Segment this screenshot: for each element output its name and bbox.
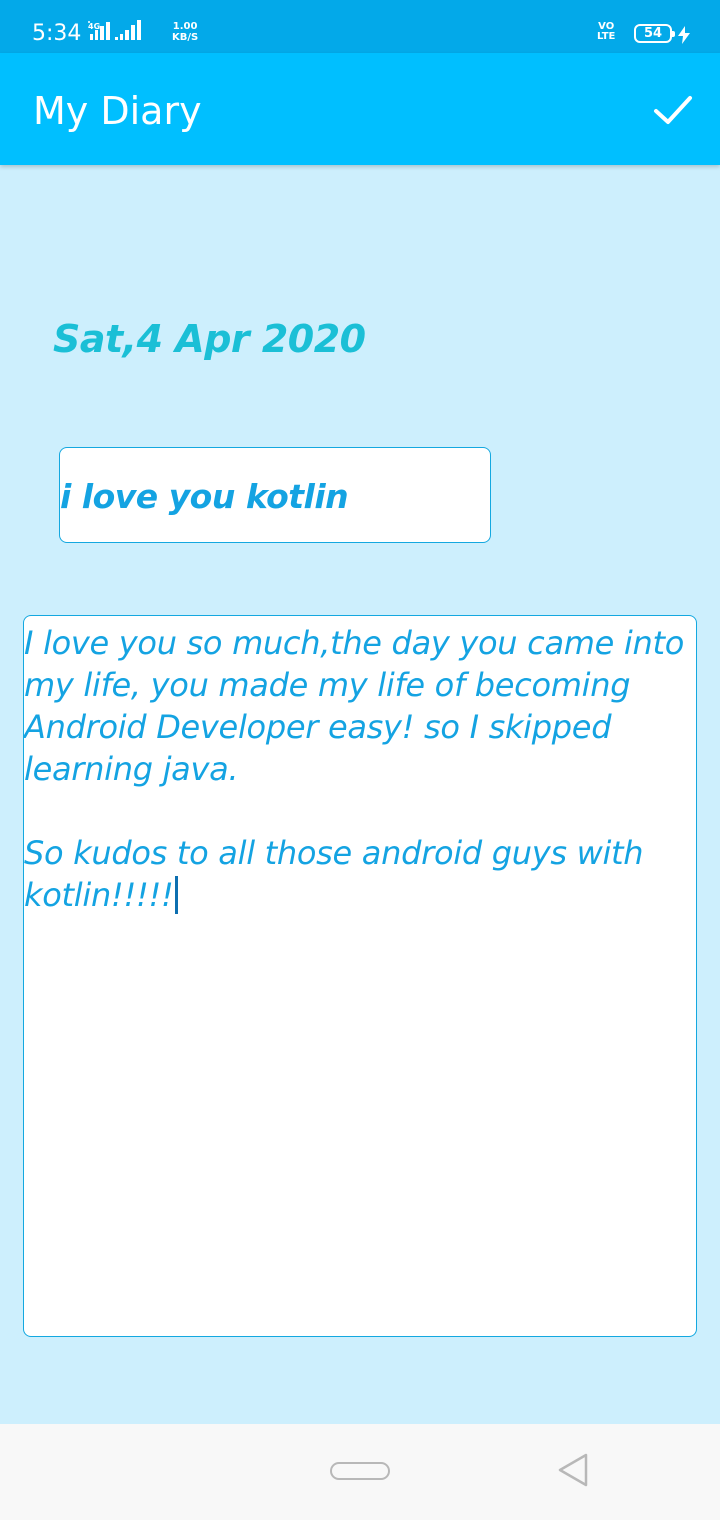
app-bar: My Diary: [0, 53, 720, 165]
network-speed: 1.00 KB/S: [172, 21, 198, 43]
status-bar: 5:34 4G 1.00 KB/S VO LTE 54: [0, 0, 720, 53]
text-cursor: [174, 876, 178, 914]
network-speed-value: 1.00: [172, 21, 198, 32]
volte-bottom: LTE: [597, 31, 616, 42]
charging-bolt-icon: [678, 26, 690, 44]
status-time: 5:34: [32, 21, 82, 46]
back-triangle-icon: [558, 1453, 588, 1487]
title-input-value: i love you kotlin: [60, 477, 349, 516]
body-input[interactable]: I love you so much,the day you came into…: [23, 615, 697, 1337]
entry-date[interactable]: Sat,4 Apr 2020: [53, 316, 366, 362]
network-speed-unit: KB/S: [172, 32, 199, 43]
save-button[interactable]: [648, 89, 696, 131]
battery-icon: 54: [634, 24, 675, 43]
volte-indicator: VO LTE: [597, 22, 615, 42]
check-icon: [654, 96, 692, 124]
system-nav-bar: [0, 1424, 720, 1520]
home-button[interactable]: [330, 1462, 390, 1480]
body-input-value: I love you so much,the day you came into…: [24, 624, 684, 914]
network-type-label: 4G: [88, 22, 100, 31]
back-button[interactable]: [556, 1452, 590, 1488]
battery-level: 54: [643, 26, 663, 41]
title-input[interactable]: i love you kotlin: [59, 447, 491, 543]
app-title: My Diary: [33, 89, 202, 133]
